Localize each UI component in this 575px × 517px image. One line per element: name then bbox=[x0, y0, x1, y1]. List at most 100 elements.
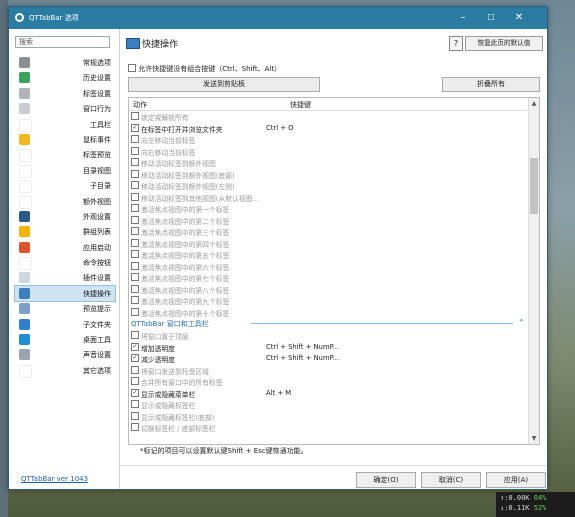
vertical-scrollbar[interactable]: ▲ ▼ bbox=[528, 98, 539, 444]
checkbox[interactable]: ✓ bbox=[131, 123, 139, 132]
checkbox[interactable] bbox=[131, 112, 139, 120]
column-action[interactable]: 动作 bbox=[133, 100, 147, 110]
list-item[interactable]: 激活焦点视图中的第三个标签 bbox=[129, 225, 527, 237]
help-button[interactable]: ? bbox=[449, 36, 463, 51]
hotkey-value[interactable]: Alt + M bbox=[266, 389, 291, 397]
checkbox[interactable] bbox=[131, 365, 139, 374]
list-item[interactable]: 激活焦点视图中的第一个标签 bbox=[129, 202, 527, 214]
list-item[interactable]: 移动活动标签到额外视图(底部) bbox=[129, 168, 527, 180]
hotkey-value[interactable]: Ctrl + O bbox=[266, 124, 293, 132]
list-item[interactable]: ✓ 减少透明度 Ctrl + Shift + NumP... bbox=[129, 352, 527, 364]
checkbox[interactable] bbox=[131, 411, 139, 420]
apply-button[interactable]: 应用(A) bbox=[486, 472, 546, 488]
hotkey-value[interactable]: Ctrl + Shift + NumP... bbox=[266, 354, 339, 362]
list-item[interactable]: 激活焦点视图中的第七个标签 bbox=[129, 271, 527, 283]
column-hotkey[interactable]: 快捷键 bbox=[290, 100, 311, 110]
checkbox[interactable] bbox=[131, 158, 139, 166]
send-to-clipboard-button[interactable]: 发送到剪贴板 bbox=[128, 77, 320, 92]
list-item[interactable]: 激活焦点视图中的第六个标签 bbox=[129, 260, 527, 272]
list-item[interactable]: 激活焦点视图中的第八个标签 bbox=[129, 283, 527, 295]
checkbox[interactable] bbox=[131, 192, 139, 201]
checkbox[interactable] bbox=[131, 331, 139, 339]
sidebar-item[interactable]: 预览提示 bbox=[15, 301, 115, 316]
sidebar-item[interactable]: 标签预览 bbox=[15, 147, 115, 163]
minimize-button[interactable]: – bbox=[456, 11, 470, 25]
checkbox[interactable] bbox=[131, 238, 139, 247]
list-item[interactable]: 将窗口发送到托盘区域 bbox=[129, 364, 527, 376]
checkbox[interactable] bbox=[131, 204, 139, 212]
hotkey-list[interactable]: 动作 快捷键 锁定或解锁所有 ✓ 在标签中打开并浏览文件夹 Ctrl + O 向左移动当… bbox=[128, 97, 540, 445]
sidebar-item[interactable]: 其它选项 bbox=[15, 363, 115, 378]
scroll-up-icon[interactable]: ▲ bbox=[530, 99, 538, 108]
sidebar-item[interactable]: 桌面工具 bbox=[15, 332, 115, 347]
checkbox[interactable] bbox=[131, 400, 139, 408]
scroll-thumb[interactable] bbox=[530, 158, 538, 214]
list-item[interactable]: ✓ 增加透明度 Ctrl + Shift + NumP... bbox=[129, 341, 527, 353]
allow-no-modifier-option[interactable]: 允许快捷键没有组合按键（Ctrl、Shift、Alt） bbox=[128, 64, 281, 74]
sidebar-item[interactable]: 历史设置 bbox=[15, 70, 115, 85]
sidebar-item[interactable]: 额外视图 bbox=[15, 194, 115, 209]
list-item[interactable]: 向右移动当前标签 bbox=[129, 145, 527, 157]
checkbox[interactable]: ✓ bbox=[131, 342, 139, 351]
list-item[interactable]: 显示或隐藏标签栏(底部) bbox=[129, 410, 527, 422]
maximize-button[interactable]: ☐ bbox=[484, 11, 498, 25]
checkbox[interactable] bbox=[131, 146, 139, 155]
checkbox[interactable] bbox=[131, 377, 139, 385]
list-item[interactable]: 激活焦点视图中的第四个标签 bbox=[129, 237, 527, 249]
cancel-button[interactable]: 取消(C) bbox=[421, 472, 481, 488]
list-item[interactable]: ✓ 在标签中打开并浏览文件夹 Ctrl + O bbox=[129, 122, 527, 134]
checkbox[interactable] bbox=[131, 169, 139, 178]
list-item[interactable]: 移动活动标签到其他视图(从默认视图... bbox=[129, 191, 527, 203]
collapse-all-button[interactable]: 折叠所有 bbox=[442, 77, 540, 92]
list-item[interactable]: 激活焦点视图中的第九个标签 bbox=[129, 294, 527, 306]
chevron-up-icon[interactable]: ⌃ bbox=[518, 318, 525, 327]
checkbox[interactable] bbox=[131, 284, 139, 293]
restore-defaults-button[interactable]: 恢复此页的默认值 bbox=[465, 36, 543, 51]
version-link[interactable]: QTTabBar ver 1043 bbox=[21, 475, 88, 483]
sidebar-item[interactable]: 声音设置 bbox=[15, 347, 115, 362]
sidebar-item[interactable]: 工具栏 bbox=[15, 117, 115, 132]
list-item[interactable]: 向左移动当前标签 bbox=[129, 133, 527, 145]
sidebar-item[interactable]: 子文件夹 bbox=[15, 317, 115, 332]
checkbox[interactable] bbox=[131, 135, 139, 143]
sidebar-item[interactable]: 应用启动 bbox=[15, 240, 115, 255]
checkbox[interactable] bbox=[131, 296, 139, 304]
sidebar-item[interactable]: 命令按钮 bbox=[15, 255, 115, 271]
list-item[interactable]: 将窗口置于顶层 bbox=[129, 329, 527, 341]
sidebar-item[interactable]: 目录视图 bbox=[15, 163, 115, 178]
list-item[interactable]: 显示或隐藏标签栏 bbox=[129, 398, 527, 410]
checkbox[interactable] bbox=[131, 215, 139, 224]
sidebar-item[interactable]: 标签设置 bbox=[15, 86, 115, 101]
list-item[interactable]: 激活焦点视图中的第十个标签 bbox=[129, 306, 527, 318]
checkbox[interactable] bbox=[131, 227, 139, 235]
checkbox[interactable] bbox=[131, 423, 139, 431]
sidebar-item[interactable]: 插件设置 bbox=[15, 270, 115, 285]
close-button[interactable]: ✕ bbox=[512, 11, 526, 25]
group-header[interactable]: QTTabBar 窗口和工具栏 ⌃ bbox=[129, 317, 527, 329]
checkbox[interactable] bbox=[131, 181, 139, 189]
scroll-down-icon[interactable]: ▼ bbox=[530, 434, 538, 443]
sidebar-item[interactable]: 群组列表 bbox=[15, 224, 115, 239]
sidebar-item[interactable]: 常规选项 bbox=[15, 55, 115, 70]
checkbox[interactable] bbox=[131, 273, 139, 281]
sidebar-item[interactable]: 窗口行为 bbox=[15, 101, 115, 116]
checkbox[interactable]: ✓ bbox=[131, 388, 139, 397]
checkbox[interactable] bbox=[131, 250, 139, 258]
list-item[interactable]: ✓ 显示或隐藏菜单栏 Alt + M bbox=[129, 387, 527, 399]
list-item[interactable]: 激活焦点视图中的第二个标签 bbox=[129, 214, 527, 226]
sidebar-item[interactable]: 快捷操作 bbox=[14, 284, 116, 303]
list-item[interactable]: 移动活动标签到额外视图 bbox=[129, 156, 527, 168]
checkbox[interactable] bbox=[131, 261, 139, 270]
sidebar-item[interactable]: 外观设置 bbox=[15, 209, 115, 224]
checkbox[interactable]: ✓ bbox=[131, 354, 139, 362]
list-item[interactable]: 合并所有窗口中的所有标签 bbox=[129, 375, 527, 387]
hotkey-value[interactable]: Ctrl + Shift + NumP... bbox=[266, 343, 339, 351]
sidebar-item[interactable]: 子目录 bbox=[15, 178, 115, 194]
search-input[interactable]: 搜索 bbox=[15, 36, 110, 48]
list-item[interactable]: 激活焦点视图中的第五个标签 bbox=[129, 248, 527, 260]
checkbox[interactable] bbox=[131, 307, 139, 316]
ok-button[interactable]: 确定(O) bbox=[356, 472, 416, 488]
sidebar-item[interactable]: 鼠标事件 bbox=[15, 132, 115, 147]
list-item[interactable]: 移动活动标签到额外视图(左侧) bbox=[129, 179, 527, 191]
list-item[interactable]: 锁定或解锁所有 bbox=[129, 110, 527, 122]
